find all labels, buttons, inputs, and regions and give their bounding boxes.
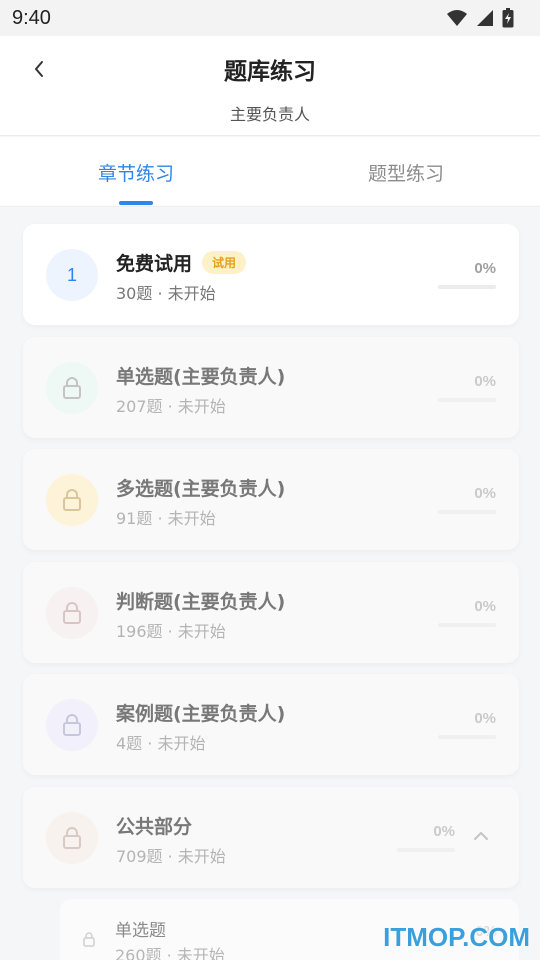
chapter-progress-bar	[438, 285, 496, 289]
lock-icon	[63, 377, 81, 399]
status-time: 9:40	[12, 6, 51, 29]
chapter-percent: 0%	[474, 485, 496, 502]
chapter-meta: 207题 · 未开始	[116, 397, 226, 416]
sub-item-meta: 260题 · 未开始	[115, 946, 225, 960]
chapter-percent: 0%	[474, 598, 496, 615]
status-icons	[446, 8, 514, 28]
page-title: 题库练习	[224, 59, 316, 85]
chapter-index-badge: 1	[46, 249, 98, 301]
chapter-progress-bar	[397, 848, 455, 852]
chapter-title: 多选题(主要负责人)	[116, 474, 285, 501]
chevron-up-icon	[474, 832, 488, 840]
chapter-index: 1	[66, 264, 77, 285]
chapter-card-case-study[interactable]: 案例题(主要负责人) 4题 · 未开始 0%	[23, 674, 519, 775]
chapter-title: 公共部分	[116, 812, 192, 839]
chapter-title-text: 案例题(主要负责人)	[116, 703, 286, 725]
chapter-progress-bar	[438, 398, 496, 402]
chapter-card-true-false[interactable]: 判断题(主要负责人) 196题 · 未开始 0%	[23, 562, 519, 663]
page-subtitle: 主要负责人	[229, 105, 310, 124]
watermark-logo: ITMOP.COM	[383, 922, 530, 952]
chapter-lock-badge	[46, 587, 98, 639]
chapter-percent: 0%	[474, 373, 496, 390]
chapter-lock-badge	[46, 474, 98, 526]
sub-item-title: 单选题	[115, 921, 166, 941]
lock-icon	[83, 932, 95, 947]
chapter-meta: 196题 · 未开始	[116, 622, 226, 641]
chapter-title: 判断题(主要负责人)	[116, 587, 285, 614]
chapter-progress-bar	[438, 623, 496, 627]
chapter-title: 免费试用 试用	[116, 249, 247, 276]
chapter-meta: 709题 · 未开始	[116, 847, 226, 866]
wifi-icon	[447, 10, 467, 26]
signal-icon	[477, 10, 493, 26]
chapter-card-public-section[interactable]: 公共部分 709题 · 未开始 0%	[23, 787, 519, 888]
chapter-meta: 30题 · 未开始	[116, 284, 216, 303]
chapter-lock-badge	[46, 362, 98, 414]
chapter-title-text: 判断题(主要负责人)	[116, 591, 286, 613]
chapter-title: 案例题(主要负责人)	[116, 699, 285, 726]
chapter-card-free-trial[interactable]: 1 免费试用 试用 30题 · 未开始 0%	[23, 224, 519, 325]
chapter-progress-bar	[438, 510, 496, 514]
chapter-title-text: 多选题(主要负责人)	[116, 478, 286, 500]
tab-chapter-practice[interactable]: 章节练习	[36, 159, 236, 186]
chapter-meta: 91题 · 未开始	[116, 509, 216, 528]
tab-bar: 章节练习 题型练习	[0, 137, 540, 207]
chapter-percent: 0%	[433, 823, 455, 840]
chapter-lock-badge	[46, 699, 98, 751]
lock-icon	[63, 489, 81, 511]
collapse-toggle[interactable]	[473, 827, 489, 846]
trial-badge: 试用	[202, 251, 247, 274]
tab-question-type-practice[interactable]: 题型练习	[306, 159, 506, 186]
chapter-meta: 4题 · 未开始	[116, 734, 206, 753]
tab-indicator	[119, 201, 153, 205]
chapter-title-text: 单选题(主要负责人)	[116, 366, 286, 388]
chapter-lock-badge	[46, 812, 98, 864]
lock-icon	[63, 602, 81, 624]
chapter-percent: 0%	[474, 260, 496, 277]
header: 题库练习 主要负责人	[0, 36, 540, 136]
chapter-card-single-choice[interactable]: 单选题(主要负责人) 207题 · 未开始 0%	[23, 337, 519, 438]
battery-icon	[502, 8, 514, 28]
lock-icon	[63, 714, 81, 736]
chapter-percent: 0%	[474, 710, 496, 727]
status-bar: 9:40	[0, 0, 540, 36]
lock-icon	[63, 827, 81, 849]
chapter-title-text: 公共部分	[116, 816, 193, 838]
chapter-progress-bar	[438, 735, 496, 739]
chapter-title: 单选题(主要负责人)	[116, 362, 285, 389]
chapter-title-text: 免费试用	[116, 253, 193, 275]
chapter-card-multiple-choice[interactable]: 多选题(主要负责人) 91题 · 未开始 0%	[23, 449, 519, 550]
